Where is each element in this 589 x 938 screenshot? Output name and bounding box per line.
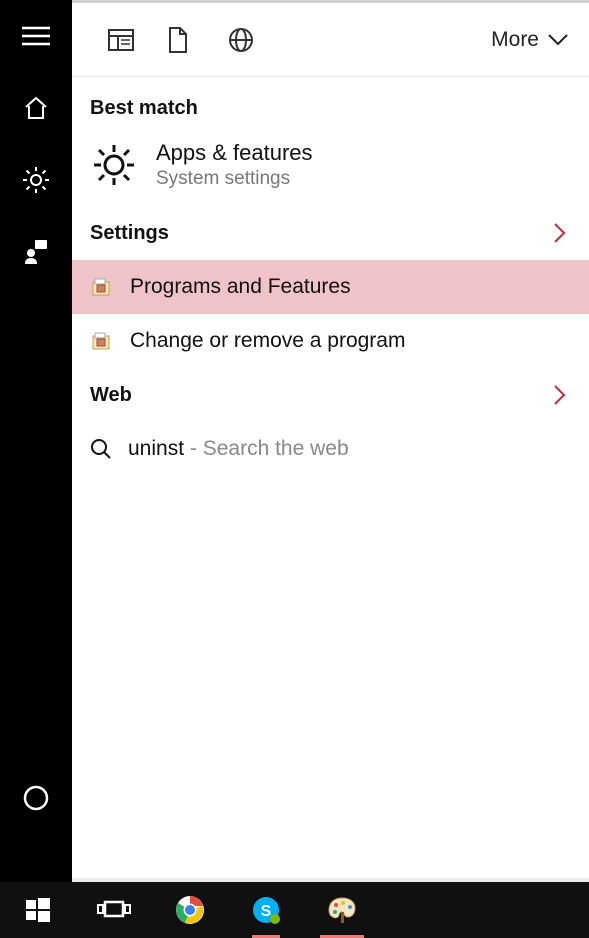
taskbar-app-chrome[interactable] xyxy=(152,882,228,938)
programs-folder-icon xyxy=(90,331,112,351)
start-button[interactable] xyxy=(0,882,76,938)
start-menu-rail xyxy=(0,0,72,938)
taskbar-app-paint[interactable] xyxy=(304,882,380,938)
best-match-label: Best match xyxy=(72,77,589,130)
home-icon[interactable] xyxy=(0,72,72,144)
best-match-text: Apps & features System settings xyxy=(156,140,313,190)
feedback-person-icon[interactable] xyxy=(0,216,72,288)
search-results-panel: More Best match Apps & features System s… xyxy=(72,0,589,938)
hamburger-icon[interactable] xyxy=(0,0,72,72)
web-query-text: uninst xyxy=(128,437,184,460)
settings-result-programs-and-features[interactable]: Programs and Features xyxy=(72,260,589,314)
filter-apps-icon[interactable] xyxy=(108,3,168,77)
svg-text:S: S xyxy=(261,903,272,920)
more-filters-button[interactable]: More xyxy=(491,28,569,52)
result-label: Programs and Features xyxy=(130,275,351,299)
web-category-row[interactable]: Web xyxy=(72,368,589,422)
web-search-result[interactable]: uninst - Search the web xyxy=(72,422,589,476)
chevron-right-icon xyxy=(553,222,567,244)
settings-category-label: Settings xyxy=(90,222,169,245)
settings-category-row[interactable]: Settings xyxy=(72,206,589,260)
filter-documents-icon[interactable] xyxy=(168,3,228,77)
task-view-button[interactable] xyxy=(76,882,152,938)
best-match-result[interactable]: Apps & features System settings xyxy=(72,130,589,206)
best-match-title: Apps & features xyxy=(156,140,313,166)
more-label: More xyxy=(491,28,539,52)
cortana-icon[interactable] xyxy=(0,762,72,834)
settings-gear-icon[interactable] xyxy=(0,144,72,216)
taskbar-app-skype[interactable]: S xyxy=(228,882,304,938)
web-query-suffix: - Search the web xyxy=(184,437,349,460)
gear-icon xyxy=(90,141,138,189)
search-icon xyxy=(90,438,112,460)
filter-web-icon[interactable] xyxy=(228,3,288,77)
chevron-right-icon xyxy=(553,384,567,406)
programs-folder-icon xyxy=(90,277,112,297)
result-label: Change or remove a program xyxy=(130,329,405,353)
settings-result-change-or-remove[interactable]: Change or remove a program xyxy=(72,314,589,368)
best-match-subtitle: System settings xyxy=(156,168,313,190)
web-category-label: Web xyxy=(90,384,132,407)
chevron-down-icon xyxy=(547,33,569,47)
filter-header: More xyxy=(72,3,589,77)
taskbar: S xyxy=(0,882,589,938)
